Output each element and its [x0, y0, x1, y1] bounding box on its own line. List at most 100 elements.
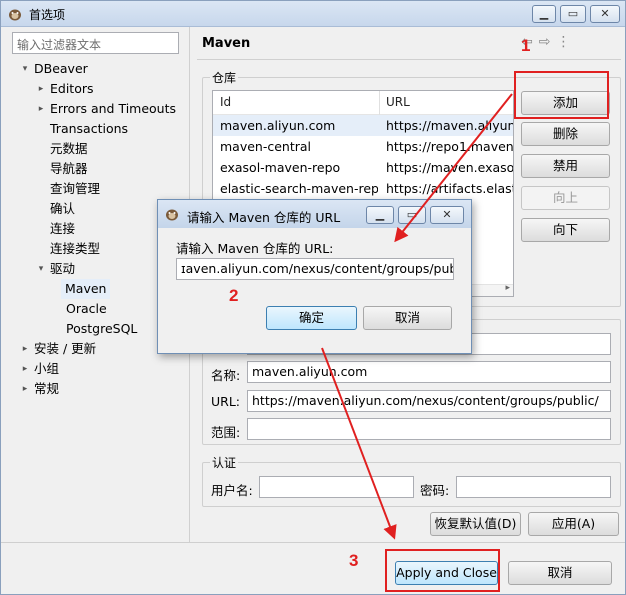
minimize-icon: ▁: [539, 7, 549, 20]
column-separator[interactable]: [379, 91, 380, 115]
tree-item-label: Oracle: [66, 301, 107, 316]
annotation-box-apply-close: [385, 549, 500, 592]
tree-item-label: DBeaver: [34, 61, 88, 76]
url-input-dialog: 请输入 Maven 仓库的 URL ▁ ▭ ✕ 请输入 Maven 仓库的 UR…: [157, 199, 472, 354]
column-header-url[interactable]: URL: [386, 95, 410, 109]
collapsed-arrow-icon[interactable]: ▸: [36, 99, 46, 119]
maximize-icon: ▭: [406, 208, 418, 221]
dialog-cancel-button[interactable]: 取消: [363, 306, 452, 330]
tree-item[interactable]: 连接类型: [50, 239, 100, 259]
dialog-ok-button[interactable]: 确定: [266, 306, 357, 330]
tree-item[interactable]: ▸ Errors and Timeouts: [39, 99, 177, 119]
tree-item[interactable]: Oracle: [66, 299, 107, 319]
window-title: 首选项: [29, 8, 66, 22]
dialog-maximize-button[interactable]: ▭: [398, 206, 426, 224]
collapsed-arrow-icon[interactable]: ▸: [20, 379, 30, 399]
repo-url-cell: https://maven.aliyun.co: [386, 118, 514, 133]
tree-item[interactable]: 导航器: [50, 159, 88, 179]
tree-item-label: 查询管理: [50, 181, 101, 196]
tree-item-label: Transactions: [50, 121, 129, 136]
disable-button[interactable]: 禁用: [521, 154, 610, 178]
tree-item[interactable]: 元数据: [50, 139, 88, 159]
tree-item[interactable]: ▸ 安装 / 更新: [23, 339, 97, 359]
tree-item-label: Maven: [65, 281, 107, 296]
close-icon: ✕: [442, 208, 452, 221]
apply-button[interactable]: 应用(A): [528, 512, 619, 536]
repo-url-cell: https://repo1.maven.o: [386, 139, 514, 154]
page-title: Maven: [202, 36, 251, 51]
menu-dots-icon[interactable]: ⋮: [556, 34, 576, 50]
tree-item[interactable]: 连接: [50, 219, 75, 239]
tree-item[interactable]: ▸ 常规: [23, 379, 59, 399]
table-row[interactable]: maven-central https://repo1.maven.o: [213, 136, 513, 157]
scroll-right-icon[interactable]: ▸: [505, 283, 510, 293]
tree-item[interactable]: ▸ Editors: [39, 79, 94, 99]
dialog-body: 请输入 Maven 仓库的 URL: ɪaven.aliyun.com/nexu…: [163, 228, 466, 348]
expanded-arrow-icon[interactable]: ▾: [36, 259, 46, 279]
dialog-url-input[interactable]: ɪaven.aliyun.com/nexus/content/groups/pu…: [176, 258, 454, 280]
forward-arrow-icon[interactable]: ⇨: [539, 34, 557, 50]
tree-item-label: 确认: [50, 201, 76, 216]
filter-input[interactable]: 输入过滤器文本: [12, 32, 179, 54]
table-row[interactable]: elastic-search-maven-repo https://artifac…: [213, 178, 513, 199]
tree-item-label: 安装 / 更新: [34, 341, 97, 356]
name-field[interactable]: maven.aliyun.com: [247, 361, 611, 383]
url-field[interactable]: https://maven.aliyun.com/nexus/content/g…: [247, 390, 611, 412]
repo-id-cell: elastic-search-maven-repo: [220, 181, 378, 196]
url-label: URL:: [211, 394, 241, 409]
scope-field[interactable]: [247, 418, 611, 440]
username-label: 用户名:: [211, 483, 253, 498]
tree-item-label: 导航器: [50, 161, 88, 176]
restore-defaults-button[interactable]: 恢复默认值(D): [430, 512, 521, 536]
tree-item[interactable]: ▾ DBeaver: [23, 59, 88, 79]
move-up-button[interactable]: 向上: [521, 186, 610, 210]
maximize-icon: ▭: [567, 7, 579, 20]
repo-url-cell: https://maven.exasol.c: [386, 160, 514, 175]
scope-label: 范围:: [211, 425, 241, 440]
footer-divider: [1, 542, 625, 543]
tree-item-label: 小组: [34, 361, 60, 376]
collapsed-arrow-icon[interactable]: ▸: [36, 79, 46, 99]
annotation-number-1: 1: [521, 36, 531, 55]
tree-item[interactable]: 确认: [50, 199, 75, 219]
dialog-close-button[interactable]: ✕: [430, 206, 464, 224]
header-divider: [197, 59, 621, 60]
tree-item[interactable]: ▸ 小组: [23, 359, 60, 379]
move-down-button[interactable]: 向下: [521, 218, 610, 242]
password-label: 密码:: [420, 483, 450, 498]
tree-item-label: 连接: [50, 221, 76, 236]
repo-id-cell: maven-central: [220, 139, 312, 154]
username-field[interactable]: [259, 476, 414, 498]
tree-item[interactable]: Transactions: [50, 119, 128, 139]
annotation-number-3: 3: [349, 551, 359, 570]
dialog-title-bar[interactable]: 请输入 Maven 仓库的 URL ▁ ▭ ✕: [158, 200, 471, 228]
tree-item-label: 驱动: [50, 261, 76, 276]
cancel-button[interactable]: 取消: [508, 561, 612, 585]
dialog-minimize-button[interactable]: ▁: [366, 206, 394, 224]
dialog-title: 请输入 Maven 仓库的 URL: [187, 210, 341, 225]
dbeaver-logo-icon: [166, 209, 178, 221]
collapsed-arrow-icon[interactable]: ▸: [20, 339, 30, 359]
minimize-icon: ▁: [375, 208, 385, 221]
auth-group-label: 认证: [210, 454, 239, 471]
table-row[interactable]: exasol-maven-repo https://maven.exasol.c: [213, 157, 513, 178]
annotation-box-add: [514, 71, 609, 119]
maximize-button[interactable]: ▭: [560, 5, 586, 23]
dbeaver-logo-icon: [9, 9, 21, 21]
tree-item[interactable]: Maven: [61, 279, 111, 299]
tree-item[interactable]: 查询管理: [50, 179, 100, 199]
tree-item-label: Errors and Timeouts: [50, 101, 177, 116]
repository-group-label: 仓库: [210, 69, 239, 86]
expanded-arrow-icon[interactable]: ▾: [20, 59, 30, 79]
table-row[interactable]: maven.aliyun.com https://maven.aliyun.co: [213, 115, 513, 136]
collapsed-arrow-icon[interactable]: ▸: [20, 359, 30, 379]
minimize-button[interactable]: ▁: [532, 5, 556, 23]
name-label: 名称:: [211, 368, 241, 383]
tree-item[interactable]: ▾ 驱动: [39, 259, 76, 279]
column-header-id[interactable]: Id: [220, 95, 231, 109]
delete-button[interactable]: 删除: [521, 122, 610, 146]
tree-item[interactable]: PostgreSQL: [66, 319, 137, 339]
password-field[interactable]: [456, 476, 611, 498]
close-button[interactable]: ✕: [590, 5, 620, 23]
title-bar[interactable]: 首选项 ▁ ▭ ✕: [1, 1, 625, 27]
